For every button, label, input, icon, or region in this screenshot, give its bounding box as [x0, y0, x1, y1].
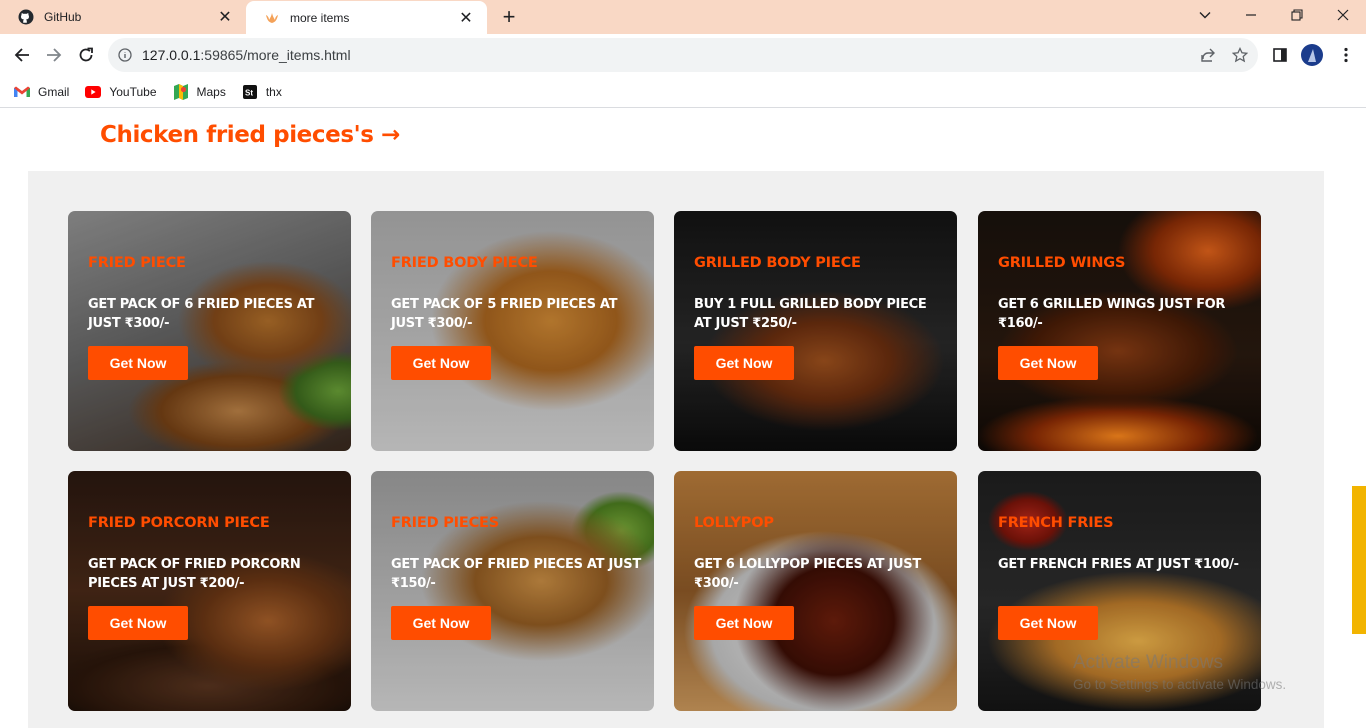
menu-card: FRIED PIECE GET PACK OF 6 FRIED PIECES A…: [68, 211, 351, 451]
card-description: GET PACK OF 5 FRIED PIECES AT JUST ₹300/…: [391, 297, 618, 331]
restore-button[interactable]: [1274, 0, 1320, 30]
get-now-button[interactable]: Get Now: [694, 606, 794, 640]
card-description: GET PACK OF 6 FRIED PIECES AT JUST ₹300/…: [88, 297, 315, 331]
gmail-icon: [14, 84, 30, 100]
reload-button[interactable]: [72, 41, 100, 69]
menu-card: LOLLYPOP GET 6 LOLLYPOP PIECES AT JUST ₹…: [674, 471, 957, 711]
back-arrow-icon: [14, 48, 29, 62]
card-heading: FRENCH FRIES: [998, 515, 1114, 531]
bookmark-label: YouTube: [109, 84, 157, 99]
tab-strip: GitHub ✕ more items ✕ +: [0, 0, 1366, 34]
card-description: BUY 1 FULL GRILLED BODY PIECE AT JUST ₹2…: [694, 297, 927, 331]
svg-text:St: St: [245, 88, 253, 97]
card-heading: LOLLYPOP: [694, 515, 774, 531]
get-now-button[interactable]: Get Now: [694, 346, 794, 380]
close-tab-icon[interactable]: ✕: [457, 9, 475, 27]
menu-card: FRIED BODY PIECE GET PACK OF 5 FRIED PIE…: [371, 211, 654, 451]
scrollbar-thumb[interactable]: [1352, 486, 1366, 634]
activate-windows-watermark: Activate Windows Go to Settings to activ…: [1073, 652, 1286, 692]
st-icon: St: [242, 84, 258, 100]
tab-search-icon[interactable]: [1182, 0, 1228, 30]
tab-title: GitHub: [44, 10, 82, 24]
menu-card: GRILLED WINGS GET 6 GRILLED WINGS JUST F…: [978, 211, 1261, 451]
url-text[interactable]: 127.0.0.1:59865/more_items.html: [142, 47, 351, 63]
get-now-button[interactable]: Get Now: [88, 606, 188, 640]
maps-icon: [173, 83, 189, 100]
get-now-button[interactable]: Get Now: [391, 346, 491, 380]
menu-card: FRIED PIECES GET PACK OF FRIED PIECES AT…: [371, 471, 654, 711]
bookmark-label: Gmail: [38, 84, 70, 99]
youtube-icon: [85, 84, 102, 100]
new-tab-button[interactable]: +: [498, 4, 520, 29]
share-icon[interactable]: [1194, 41, 1222, 69]
github-icon: [18, 9, 34, 25]
bookmarks-bar: Gmail YouTube Maps St thx: [0, 76, 1366, 108]
get-now-button[interactable]: Get Now: [998, 606, 1098, 640]
side-panel-icon[interactable]: [1266, 41, 1294, 69]
bookmark-gmail[interactable]: Gmail: [14, 84, 69, 100]
card-heading: GRILLED WINGS: [998, 255, 1126, 271]
tab-more-items[interactable]: more items ✕: [246, 1, 487, 34]
tab-github[interactable]: GitHub ✕: [0, 0, 246, 34]
forward-arrow-icon: [47, 48, 62, 62]
site-info-icon[interactable]: [108, 48, 142, 62]
card-description: GET PACK OF FRIED PIECES AT JUST ₹150/-: [391, 557, 641, 591]
bookmark-star-icon[interactable]: [1226, 41, 1254, 69]
address-bar[interactable]: 127.0.0.1:59865/more_items.html: [108, 38, 1258, 72]
menu-icon[interactable]: [1332, 41, 1360, 69]
card-heading: FRIED PIECES: [391, 515, 499, 531]
forward-button[interactable]: [40, 41, 68, 69]
get-now-button[interactable]: Get Now: [88, 346, 188, 380]
card-heading: FRIED PORCORN PIECE: [88, 515, 270, 531]
card-heading: FRIED PIECE: [88, 255, 186, 271]
card-description: GET 6 LOLLYPOP PIECES AT JUST ₹300/-: [694, 557, 921, 591]
card-heading: FRIED BODY PIECE: [391, 255, 538, 271]
bookmark-youtube[interactable]: YouTube: [85, 84, 157, 100]
card-description: GET 6 GRILLED WINGS JUST FOR ₹160/-: [998, 297, 1226, 331]
bookmark-maps[interactable]: Maps: [173, 83, 226, 100]
get-now-button[interactable]: Get Now: [391, 606, 491, 640]
back-button[interactable]: [8, 41, 36, 69]
profile-avatar[interactable]: [1298, 41, 1326, 69]
bookmark-label: thx: [265, 84, 282, 99]
card-description: GET PACK OF FRIED PORCORN PIECES AT JUST…: [88, 557, 301, 591]
bookmark-thx[interactable]: St thx: [242, 84, 282, 100]
close-window-button[interactable]: [1320, 0, 1366, 30]
menu-card: FRIED PORCORN PIECE GET PACK OF FRIED PO…: [68, 471, 351, 711]
page-title: Chicken fried pieces's →: [100, 122, 401, 148]
tab-title: more items: [290, 10, 350, 25]
reload-icon: [79, 47, 93, 62]
minimize-button[interactable]: [1228, 0, 1274, 30]
watermark-title: Activate Windows: [1073, 652, 1223, 673]
get-now-button[interactable]: Get Now: [998, 346, 1098, 380]
bookmark-label: Maps: [196, 84, 226, 99]
browser-toolbar: 127.0.0.1:59865/more_items.html: [0, 34, 1366, 76]
watermark-subtitle: Go to Settings to activate Windows.: [1073, 677, 1287, 692]
menu-card: GRILLED BODY PIECE BUY 1 FULL GRILLED BO…: [674, 211, 957, 451]
close-tab-icon[interactable]: ✕: [216, 8, 234, 26]
card-heading: GRILLED BODY PIECE: [694, 255, 861, 271]
flame-icon: [264, 10, 280, 26]
card-description: GET FRENCH FRIES AT JUST ₹100/-: [998, 557, 1239, 572]
